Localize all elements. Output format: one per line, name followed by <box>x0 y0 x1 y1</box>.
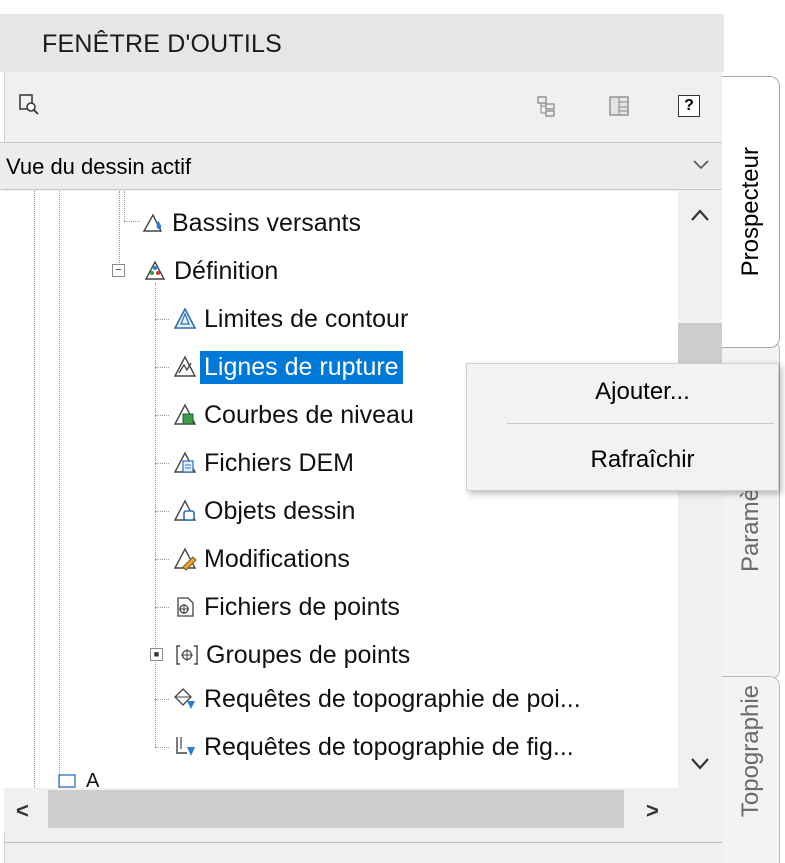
tree-item-partial[interactable]: A <box>54 769 99 788</box>
tree-item-drawing-objects[interactable]: Objets dessin <box>172 491 355 531</box>
tree-item-survey-figure-queries[interactable]: Requêtes de topographie de fig... <box>172 727 574 767</box>
view-select-value: Vue du dessin actif <box>6 154 192 179</box>
survey-figure-query-icon <box>172 734 198 760</box>
tree-guide-line <box>124 191 125 221</box>
tree-guide-line <box>155 463 169 464</box>
tree-item-breaklines[interactable]: Lignes de rupture <box>172 347 403 387</box>
tab-prospector[interactable]: Prospecteur <box>722 76 780 348</box>
edit-icon <box>172 546 198 572</box>
contour-icon <box>172 402 198 428</box>
help-icon[interactable]: ? <box>678 95 700 117</box>
tree-guide-line <box>155 319 169 320</box>
tree-guide-line <box>119 191 120 263</box>
survey-point-query-icon <box>172 686 198 712</box>
tree-item-edits[interactable]: Modifications <box>172 539 350 579</box>
palette-title: FENÊTRE D'OUTILS <box>42 30 282 58</box>
folder-icon <box>54 768 80 788</box>
tree-guide-line <box>155 415 169 416</box>
tree-guide-line <box>155 699 169 700</box>
tree-guide-line <box>155 559 169 560</box>
point-group-icon <box>174 642 200 668</box>
tree-item-point-files[interactable]: Fichiers de points <box>172 587 400 627</box>
horizontal-scroll-thumb[interactable] <box>48 790 624 828</box>
catchment-icon <box>140 210 166 236</box>
tab-survey[interactable]: Topographie <box>722 676 780 863</box>
tree-item-boundaries[interactable]: Limites de contour <box>172 299 408 339</box>
chevron-down-icon[interactable] <box>692 157 710 175</box>
tree-item-definition[interactable]: Définition <box>142 251 278 291</box>
menu-separator <box>507 423 774 424</box>
surface-definition-icon <box>142 258 168 284</box>
panel-divider <box>4 842 722 843</box>
context-menu: Ajouter... Rafraîchir <box>466 363 779 491</box>
tool-palette-window: FENÊTRE D'OUTILS ? Vue du dessin actif B… <box>0 0 785 863</box>
tree-guide-line <box>155 511 169 512</box>
item-view-icon[interactable] <box>608 95 630 117</box>
point-file-icon <box>172 594 198 620</box>
tree-guide-line <box>155 283 156 747</box>
scroll-right-icon[interactable]: > <box>646 798 659 824</box>
drawing-object-icon <box>172 498 198 524</box>
tree-view-icon[interactable] <box>536 95 558 117</box>
search-drawing-icon[interactable] <box>18 93 40 115</box>
tree-guide-line <box>155 607 169 608</box>
tree-item-point-groups[interactable]: Groupes de points <box>174 635 410 675</box>
boundary-icon <box>172 306 198 332</box>
tree-item-contours[interactable]: Courbes de niveau <box>172 395 414 435</box>
scroll-down-icon[interactable] <box>690 757 710 776</box>
tree-guide-line <box>59 191 60 788</box>
scroll-left-icon[interactable]: < <box>16 798 29 824</box>
tree-guide-line <box>124 221 140 222</box>
breakline-icon <box>172 354 198 380</box>
menu-item-add[interactable]: Ajouter... <box>507 364 778 420</box>
tree-item-dem-files[interactable]: Fichiers DEM <box>172 443 354 483</box>
tree-guide-line <box>34 191 35 788</box>
menu-item-refresh[interactable]: Rafraîchir <box>507 432 778 488</box>
tree-item-survey-point-queries[interactable]: Requêtes de topographie de poi... <box>172 679 581 719</box>
scroll-up-icon[interactable] <box>690 208 710 227</box>
tree-guide-line <box>155 367 169 368</box>
expand-toggle[interactable]: ■ <box>150 648 163 661</box>
collapse-toggle[interactable]: − <box>112 264 125 277</box>
view-select[interactable]: Vue du dessin actif <box>0 142 722 190</box>
context-menu-gutter <box>467 364 507 490</box>
tree-guide-line <box>155 747 169 748</box>
tree-item-catchments[interactable]: Bassins versants <box>140 203 361 243</box>
palette-title-bar[interactable]: FENÊTRE D'OUTILS <box>0 14 724 72</box>
dem-file-icon <box>172 450 198 476</box>
